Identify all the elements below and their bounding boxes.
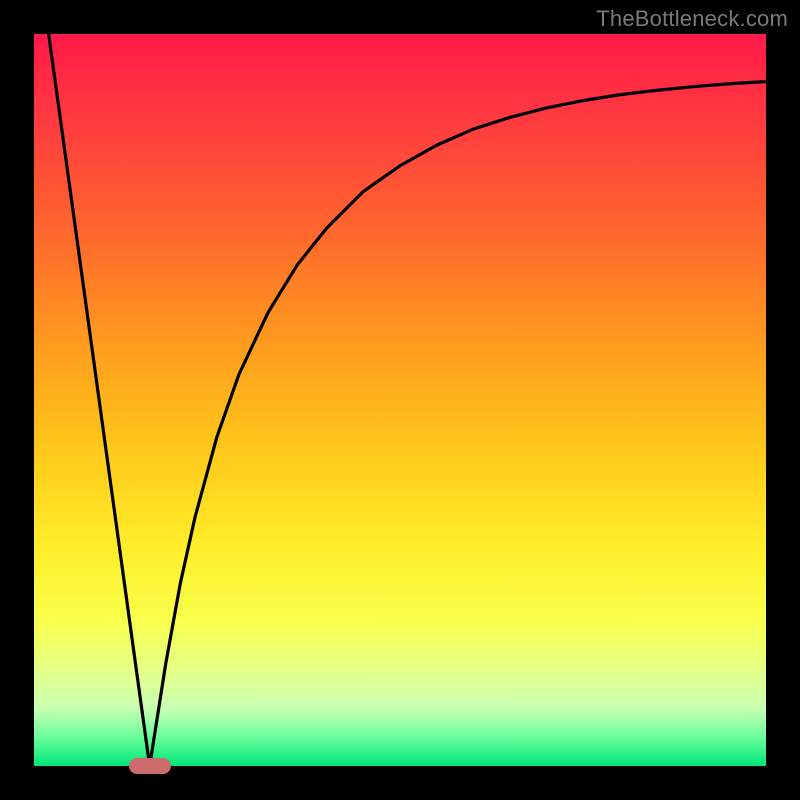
chart-frame: TheBottleneck.com <box>0 0 800 800</box>
right-branch-curve <box>150 82 766 766</box>
plot-area <box>34 34 766 766</box>
curve-layer <box>34 34 766 766</box>
left-branch-curve <box>49 34 150 766</box>
valley-marker <box>129 758 171 774</box>
watermark-text: TheBottleneck.com <box>596 6 788 32</box>
